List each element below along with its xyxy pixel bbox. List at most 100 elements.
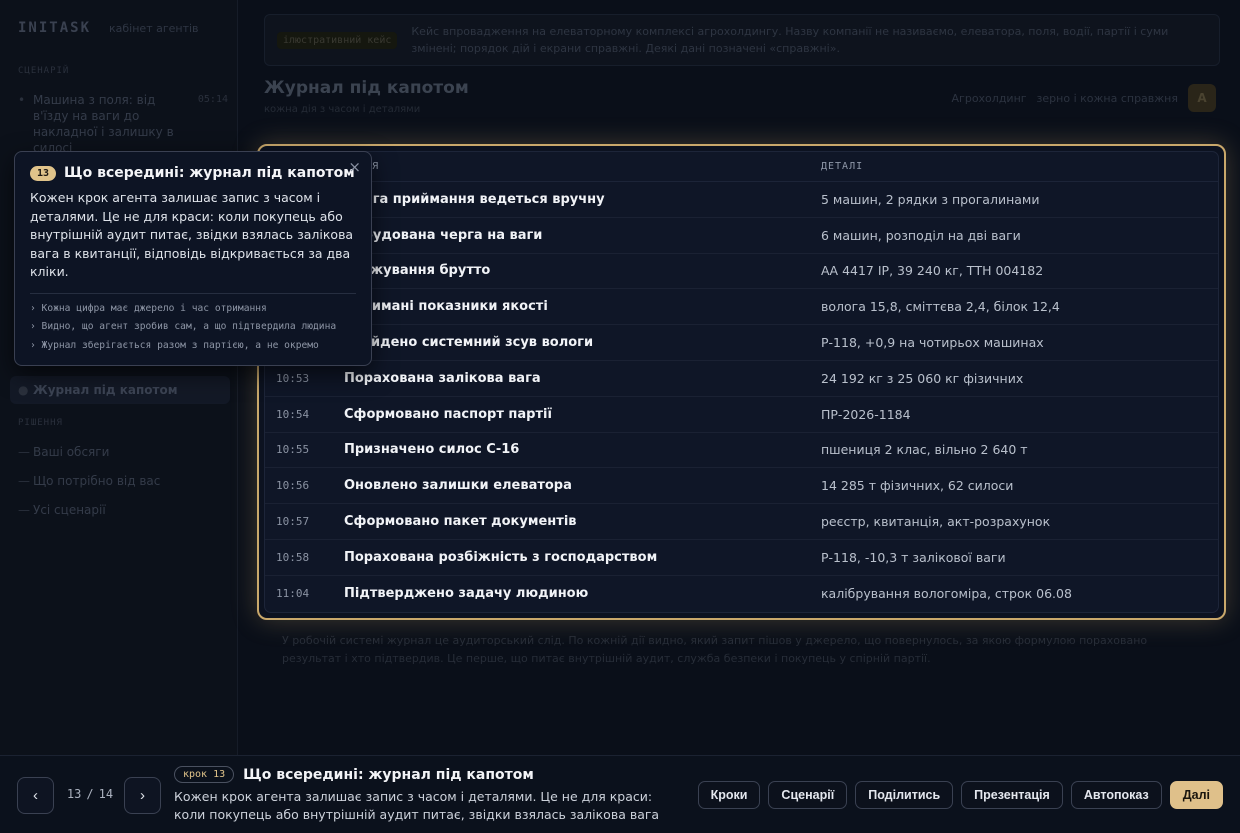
header-link-company[interactable]: Агрохолдинг [952, 92, 1027, 105]
log-event: Отримані показники якості [344, 299, 548, 315]
table-row[interactable]: 10:57 Сформовано пакет документів реєстр, … [265, 504, 1218, 540]
section-label-more: РІШЕННЯ [18, 418, 63, 428]
step-tooltip: 13 Що всередині: журнал під капотом × Ко… [14, 151, 372, 366]
table-row[interactable]: 10:55 Призначено силос С-16 пшениця 2 клас… [265, 433, 1218, 469]
column-header-event: ПОДІЯ [344, 161, 821, 172]
sidebar-item-volumes[interactable]: — Ваші обсяги [18, 444, 228, 460]
header-right: Агрохолдинг зерно і кожна справжня А [952, 84, 1216, 112]
step-number-badge: 13 [30, 165, 57, 181]
scenarios-button[interactable]: Сценарії [768, 781, 848, 809]
share-button[interactable]: Поділитись [855, 781, 954, 809]
log-event: Зважування брутто [344, 263, 491, 279]
tour-actions: Кроки Сценарії Поділитись Презентація Ав… [697, 781, 1223, 809]
log-time: 10:58 [276, 550, 310, 564]
bullet-icon: — [18, 445, 30, 459]
sidebar-item-label: Що потрібно від вас [33, 474, 161, 488]
table-row[interactable]: 10:52Знайдено системний зсув вологиР-118… [265, 325, 1218, 361]
avatar[interactable]: А [1188, 84, 1216, 112]
sidebar-item-scenario[interactable]: • Машина з поля: від в'їзду на ваги до н… [18, 92, 228, 156]
log-time: 10:55 [276, 443, 310, 457]
banner-tag: ілюстративний кейс [277, 31, 398, 49]
presentation-button[interactable]: Презентація [961, 781, 1063, 809]
sidebar-item-all-scenarios[interactable]: — Усі сценарії [18, 502, 228, 518]
log-event: Порахована розбіжність з господарством [344, 549, 658, 565]
table-body: 10:47Книга приймання ведеться вручну5 ма… [265, 182, 1218, 612]
tooltip-bullet: › Журнал зберігається разом з партією, а… [30, 339, 319, 351]
log-event: Сформовано паспорт партії [344, 406, 552, 422]
log-event: Знайдено системний зсув вологи [344, 335, 594, 351]
tooltip-bullet: › Кожна цифра має джерело і час отриманн… [30, 302, 267, 314]
tooltip-title: Що всередині: журнал під капотом [64, 165, 355, 181]
prev-step-button[interactable]: ‹ [17, 777, 54, 814]
autoplay-button[interactable]: Автопоказ [1070, 781, 1162, 809]
sidebar-item-needs[interactable]: — Що потрібно від вас [18, 473, 228, 489]
step-title: Що всередині: журнал під капотом [243, 766, 534, 783]
log-detail: калібрування вологоміра, строк 06.08 [821, 586, 1072, 602]
step-description: Кожен крок агента залишає запис з часом … [174, 789, 660, 833]
brand-subtitle: кабінет агентів [109, 22, 199, 35]
sidebar-item-label: Ваші обсяги [33, 445, 110, 459]
log-detail: Р-118, -10,3 т залікової ваги [821, 549, 1006, 565]
page-title: Журнал під капотом [264, 78, 469, 98]
step-badge: крок 13 [174, 766, 235, 783]
log-time: 11:04 [276, 587, 310, 601]
log-time: 10:56 [276, 479, 310, 493]
log-detail: реєстр, квитанція, акт-розрахунок [821, 514, 1051, 530]
close-icon[interactable]: × [348, 158, 361, 176]
log-time: 10:53 [276, 371, 310, 385]
total-steps: 14 [98, 787, 114, 801]
table-row[interactable]: 10:53 Порахована залікова вага 24 192 кг з… [265, 361, 1218, 397]
next-button[interactable]: Далі [1169, 781, 1223, 809]
sidebar-item-time: 05:14 [197, 94, 228, 105]
header-link-grain[interactable]: зерно і кожна справжня [1037, 92, 1178, 105]
divider [30, 292, 356, 294]
log-detail: 6 машин, розподіл на дві ваги [821, 227, 1021, 243]
current-step-heading: крок 13 Що всередині: журнал під капотом [174, 766, 534, 783]
table-row[interactable]: 10:54 Сформовано паспорт партії ПР-2026-11… [265, 397, 1218, 433]
log-event: Книга приймання ведеться вручну [344, 191, 605, 207]
log-detail: ПР-2026-1184 [821, 406, 911, 422]
bullet-icon: — [18, 503, 30, 517]
log-detail: 5 машин, 2 рядки з прогалинами [821, 191, 1040, 207]
banner-text: Кейс впровадження на елеваторному компле… [411, 25, 1169, 55]
table-row[interactable]: 10:49Зважування бруттоАА 4417 ІР, 39 240… [265, 254, 1218, 290]
steps-button[interactable]: Кроки [697, 781, 761, 809]
table-row[interactable]: 10:58 Порахована розбіжність з господарст… [265, 540, 1218, 576]
sidebar-item-active[interactable]: ● Журнал під капотом [10, 376, 230, 404]
brand-logo[interactable]: INITASK [18, 20, 91, 36]
log-time: 10:54 [276, 407, 310, 421]
tooltip-bullets: › Кожна цифра має джерело і час отриманн… [30, 300, 356, 356]
bullet-icon: • [18, 93, 26, 107]
log-time: 10:57 [276, 515, 310, 529]
current-step: 13 [66, 787, 82, 801]
log-event: Сформовано пакет документів [344, 514, 577, 530]
footnote: У робочій системі журнал це аудиторський… [282, 634, 1148, 665]
next-step-arrow-button[interactable]: › [124, 777, 161, 814]
log-detail: 14 285 т фізичних, 62 силоси [821, 478, 1014, 494]
log-detail: АА 4417 ІР, 39 240 кг, ТТН 004182 [821, 263, 1044, 279]
table-row[interactable]: 10:56 Оновлено залишки елеватора 14 285 т … [265, 468, 1218, 505]
case-banner: ілюстративний кейс Кейс впровадження на … [264, 14, 1220, 66]
event-log-card: ПОДІЯ ДЕТАЛІ 10:47Книга приймання ведеть… [257, 144, 1226, 620]
table-header: ПОДІЯ ДЕТАЛІ [265, 152, 1218, 182]
table-row[interactable]: 10:50Отримані показники якостіволога 15,… [265, 289, 1218, 326]
log-event: Побудована черга на ваги [344, 227, 543, 243]
column-header-details: ДЕТАЛІ [821, 161, 864, 172]
log-detail: 24 192 кг з 25 060 кг фізичних [821, 370, 1024, 386]
log-event: Оновлено залишки елеватора [344, 478, 572, 494]
table-row[interactable]: 11:04 Підтверджено задачу людиною калібрув… [265, 576, 1218, 612]
brand: INITASK кабінет агентів [18, 20, 199, 36]
step-counter: 13/14 [66, 787, 114, 801]
log-detail: Р-118, +0,9 на чотирьох машинах [821, 335, 1044, 351]
section-label-scenario: СЦЕНАРІЙ [18, 66, 70, 76]
table-row[interactable]: 10:48Побудована черга на ваги6 машин, ро… [265, 218, 1218, 254]
sidebar-item-label: Усі сценарії [33, 503, 106, 517]
tooltip-body: Кожен крок агента залишає запис з часом … [30, 190, 354, 279]
log-event: Підтверджено задачу людиною [344, 586, 589, 602]
log-detail: пшениця 2 клас, вільно 2 640 т [821, 442, 1028, 458]
table-row[interactable]: 10:47Книга приймання ведеться вручну5 ма… [265, 182, 1218, 218]
log-event: Призначено силос С-16 [344, 442, 520, 458]
log-event: Порахована залікова вага [344, 370, 541, 386]
bullet-icon: — [18, 474, 30, 488]
sidebar-item-label: Машина з поля: від в'їзду на ваги до нак… [33, 93, 174, 155]
